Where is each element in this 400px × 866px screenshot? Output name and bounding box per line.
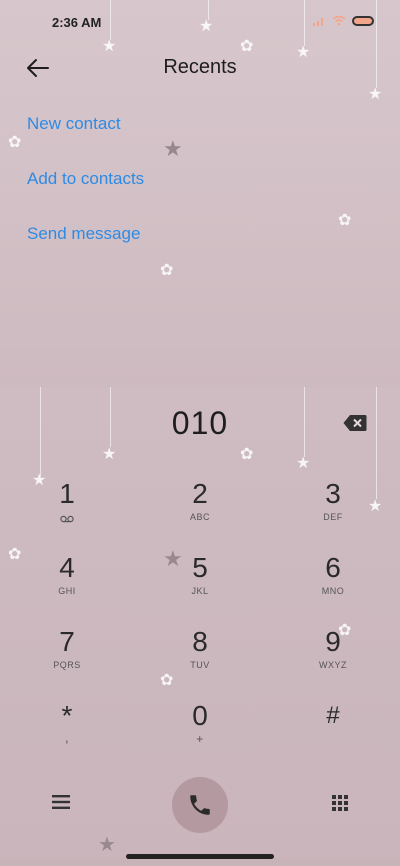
key-letters: + (196, 732, 204, 746)
star-decor-icon: ★ (163, 136, 183, 161)
header: Recents (0, 44, 400, 92)
flower-decor-icon: ✿ (338, 212, 352, 229)
voicemail-icon (60, 515, 74, 523)
key-2[interactable]: 2 ABC (160, 478, 240, 538)
menu-icon[interactable] (52, 794, 70, 810)
dialed-number: 010 (171, 405, 229, 441)
phone-icon (190, 795, 210, 815)
status-time: 2:36 AM (52, 15, 102, 30)
key-digit: 0 (192, 700, 208, 731)
key-9[interactable]: 9 WXYZ (293, 626, 373, 686)
key-letters: ABC (189, 512, 210, 522)
key-8[interactable]: 8 TUV (160, 626, 240, 686)
backspace-icon[interactable] (343, 414, 367, 432)
page-title: Recents (163, 56, 237, 78)
key-7[interactable]: 7 PQRS (27, 626, 107, 686)
key-digit: 9 (325, 626, 341, 657)
key-letters: WXYZ (319, 660, 347, 670)
key-letters: TUV (190, 660, 210, 670)
key-digit: 6 (325, 552, 341, 583)
dialer-bottom-bar (0, 770, 400, 840)
battery-icon (352, 16, 374, 26)
key-digit: 1 (59, 478, 75, 509)
key-digit: 5 (192, 552, 208, 583)
key-digit: 2 (192, 478, 208, 509)
key-digit: 8 (192, 626, 208, 657)
key-1[interactable]: 1 (27, 478, 107, 538)
flower-decor-icon: ✿ (8, 134, 22, 151)
send-message-link[interactable]: Send message (27, 222, 144, 277)
key-letters: , (64, 730, 70, 745)
flower-decor-icon: ✿ (160, 262, 174, 279)
key-digit: 3 (325, 478, 341, 509)
key-hash[interactable]: # (293, 700, 373, 760)
wifi-icon (332, 16, 346, 26)
key-3[interactable]: 3 DEF (293, 478, 373, 538)
key-letters: GHI (58, 586, 76, 596)
new-contact-link[interactable]: New contact (27, 112, 144, 167)
key-letters: PQRS (53, 660, 81, 670)
key-letters: JKL (191, 586, 209, 596)
call-button[interactable] (172, 777, 228, 833)
key-5[interactable]: 5 JKL (160, 552, 240, 612)
add-to-contacts-link[interactable]: Add to contacts (27, 167, 144, 222)
key-digit: 7 (59, 626, 75, 657)
key-digit: * (61, 700, 73, 731)
status-bar: 2:36 AM (0, 0, 400, 44)
signal-icon (313, 18, 323, 26)
key-letters: MNO (321, 586, 345, 596)
key-4[interactable]: 4 GHI (27, 552, 107, 612)
status-icons (312, 16, 374, 26)
key-6[interactable]: 6 MNO (293, 552, 373, 612)
home-indicator[interactable] (126, 854, 274, 859)
key-letters: DEF (323, 512, 343, 522)
contact-actions: New contact Add to contacts Send message (27, 112, 144, 277)
dialpad-icon[interactable] (331, 794, 349, 812)
key-digit: # (326, 702, 340, 729)
key-0[interactable]: 0 + (160, 700, 240, 760)
key-digit: 4 (59, 552, 75, 583)
key-star[interactable]: * , (27, 700, 107, 760)
